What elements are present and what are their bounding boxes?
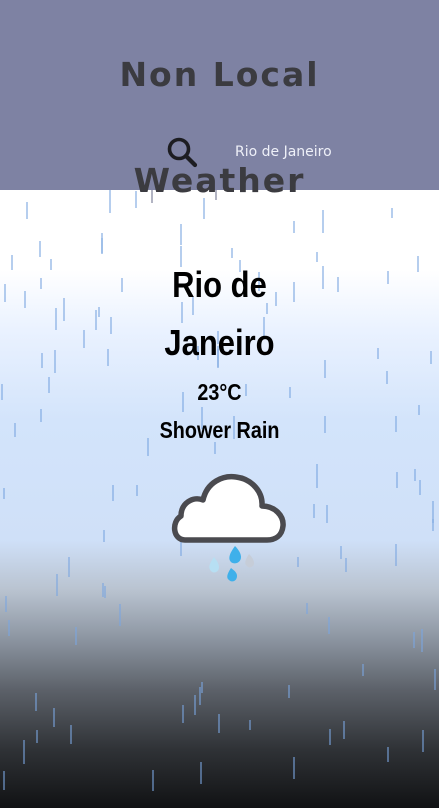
app-root: Non Local Weather Rio de Janeiro 23°C Sh… — [0, 0, 439, 808]
search-bar — [0, 132, 439, 172]
weather-card: Rio de Janeiro 23°C Shower Rain — [0, 256, 439, 448]
city-name: Rio de Janeiro — [31, 256, 409, 372]
search-input[interactable] — [232, 138, 418, 166]
raindrop-4 — [227, 568, 237, 582]
app-header: Non Local Weather — [0, 0, 439, 200]
search-icon — [167, 137, 198, 168]
cloud-shape — [171, 473, 286, 543]
raindrop-2 — [229, 546, 241, 564]
cloud-rain-icon — [171, 473, 286, 582]
temperature: 23°C — [197, 379, 242, 405]
raindrop-3 — [245, 554, 254, 568]
raindrop-1 — [209, 557, 219, 573]
weather-description: Shower Rain — [159, 417, 280, 443]
city-name-line-1: Rio de — [172, 264, 267, 305]
search-button[interactable] — [165, 135, 199, 169]
city-name-line-2: Janeiro — [164, 322, 275, 363]
app-title-line-1: Non Local — [119, 55, 320, 94]
